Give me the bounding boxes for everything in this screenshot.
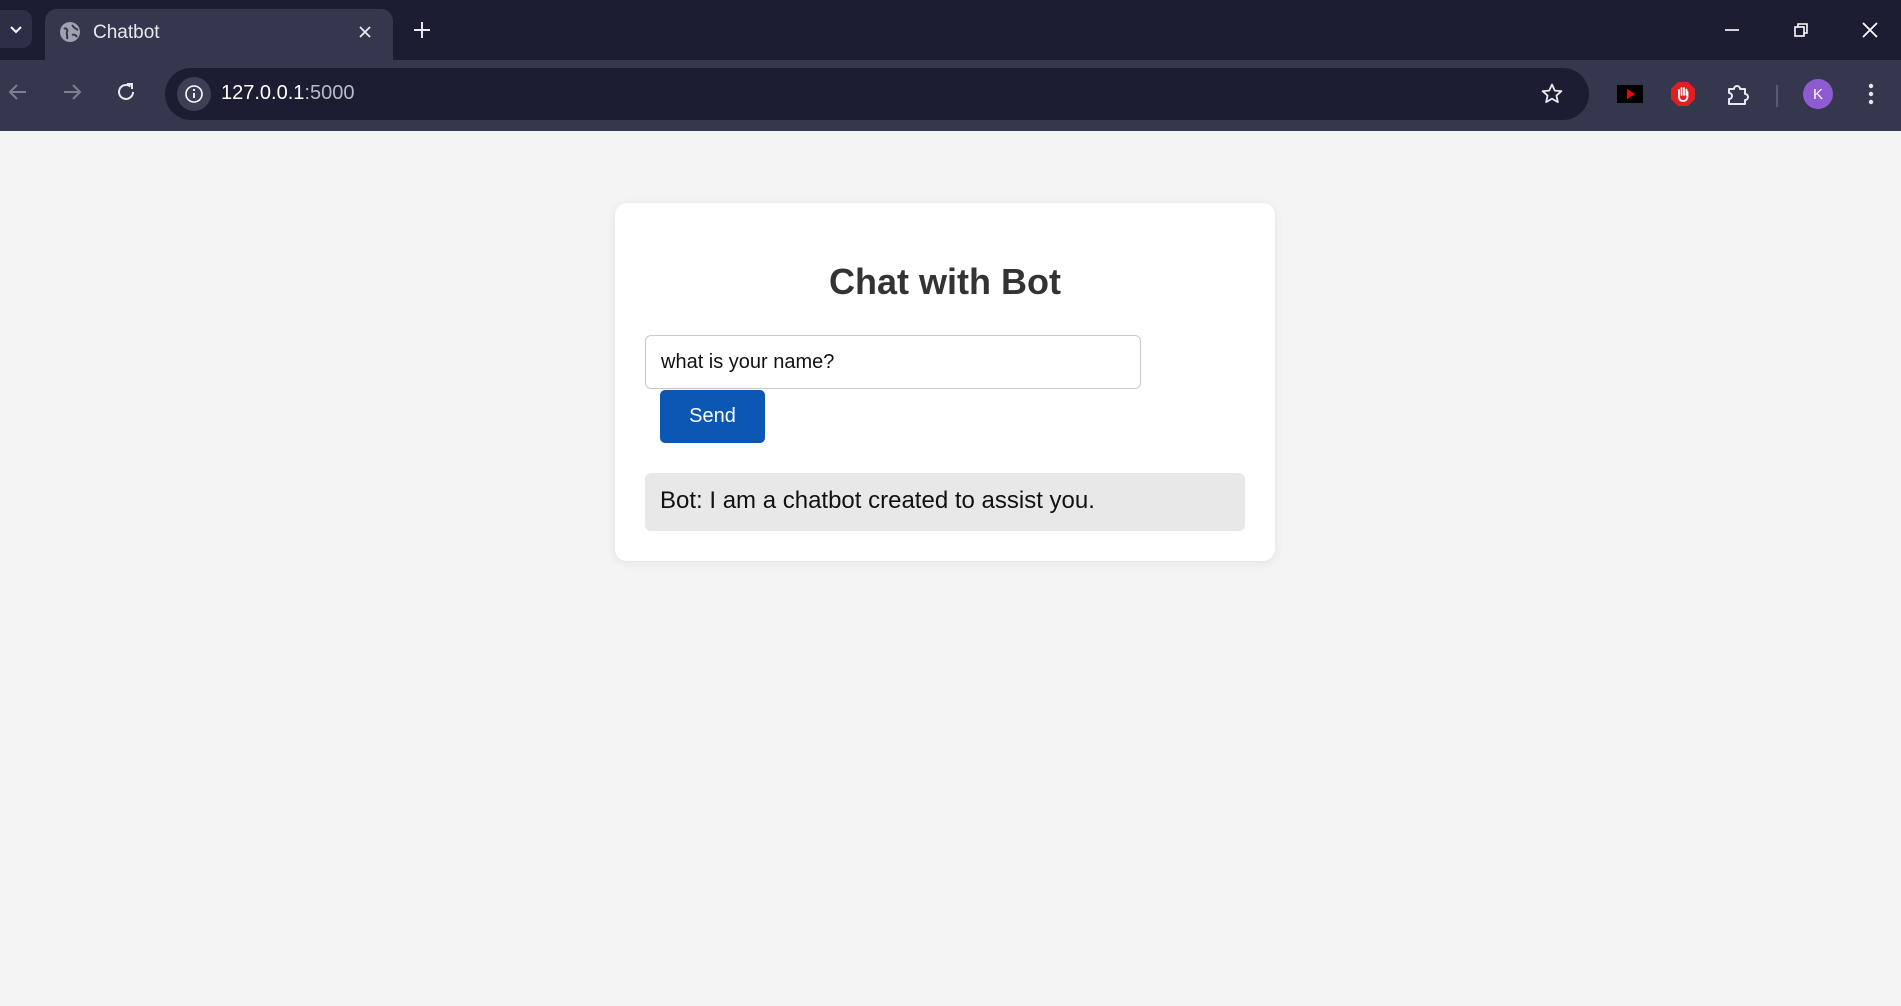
new-tab-button[interactable] (408, 16, 436, 44)
tab-search-button[interactable] (0, 10, 32, 48)
page-title: Chat with Bot (829, 261, 1061, 302)
restore-icon (1794, 23, 1808, 37)
browser-tab-active[interactable]: Chatbot (45, 9, 393, 60)
globe-icon (60, 22, 80, 42)
reload-button[interactable] (110, 76, 142, 108)
plus-icon (414, 22, 430, 38)
extension-youtube-button[interactable] (1612, 76, 1648, 112)
stop-hand-icon (1671, 82, 1695, 106)
bookmark-button[interactable] (1538, 80, 1566, 108)
close-icon (1862, 22, 1878, 38)
reload-icon (118, 83, 134, 100)
arrow-left-icon (8, 84, 26, 100)
minimize-button[interactable] (1712, 12, 1752, 48)
send-button[interactable]: Send (660, 390, 765, 443)
star-icon (1541, 83, 1563, 103)
chat-card: Chat with Bot Send Bot: I am a chatbot c… (615, 203, 1275, 561)
back-button[interactable] (2, 76, 34, 108)
arrow-right-icon (64, 84, 82, 100)
toolbar-divider (1776, 85, 1778, 107)
browser-tabstrip: Chatbot (0, 0, 1901, 60)
more-vert-icon (1868, 83, 1874, 105)
puzzle-icon (1728, 85, 1749, 105)
extension-block-button[interactable] (1665, 76, 1701, 112)
close-icon (359, 26, 371, 38)
restore-button[interactable] (1781, 12, 1821, 48)
forward-button[interactable] (56, 76, 88, 108)
url-text[interactable]: 127.0.0.1:5000 (221, 82, 354, 105)
youtube-play-icon (1617, 85, 1643, 103)
url-port: :5000 (304, 82, 355, 104)
tab-close-button[interactable] (353, 20, 377, 44)
extensions-button[interactable] (1720, 76, 1756, 112)
site-info-button[interactable] (177, 77, 211, 111)
info-icon (185, 85, 203, 103)
message-input[interactable] (645, 335, 1141, 389)
browser-menu-button[interactable] (1853, 76, 1889, 112)
profile-avatar[interactable]: K (1803, 79, 1833, 109)
bot-response: Bot: I am a chatbot created to assist yo… (645, 473, 1245, 531)
close-window-button[interactable] (1850, 12, 1890, 48)
tab-title: Chatbot (93, 22, 160, 43)
browser-toolbar: 127.0.0.1:5000 K (0, 60, 1901, 131)
minimize-icon (1725, 29, 1739, 31)
url-host: 127.0.0.1 (221, 82, 305, 104)
address-bar[interactable]: 127.0.0.1:5000 (165, 68, 1589, 120)
chevron-down-icon (10, 26, 22, 34)
